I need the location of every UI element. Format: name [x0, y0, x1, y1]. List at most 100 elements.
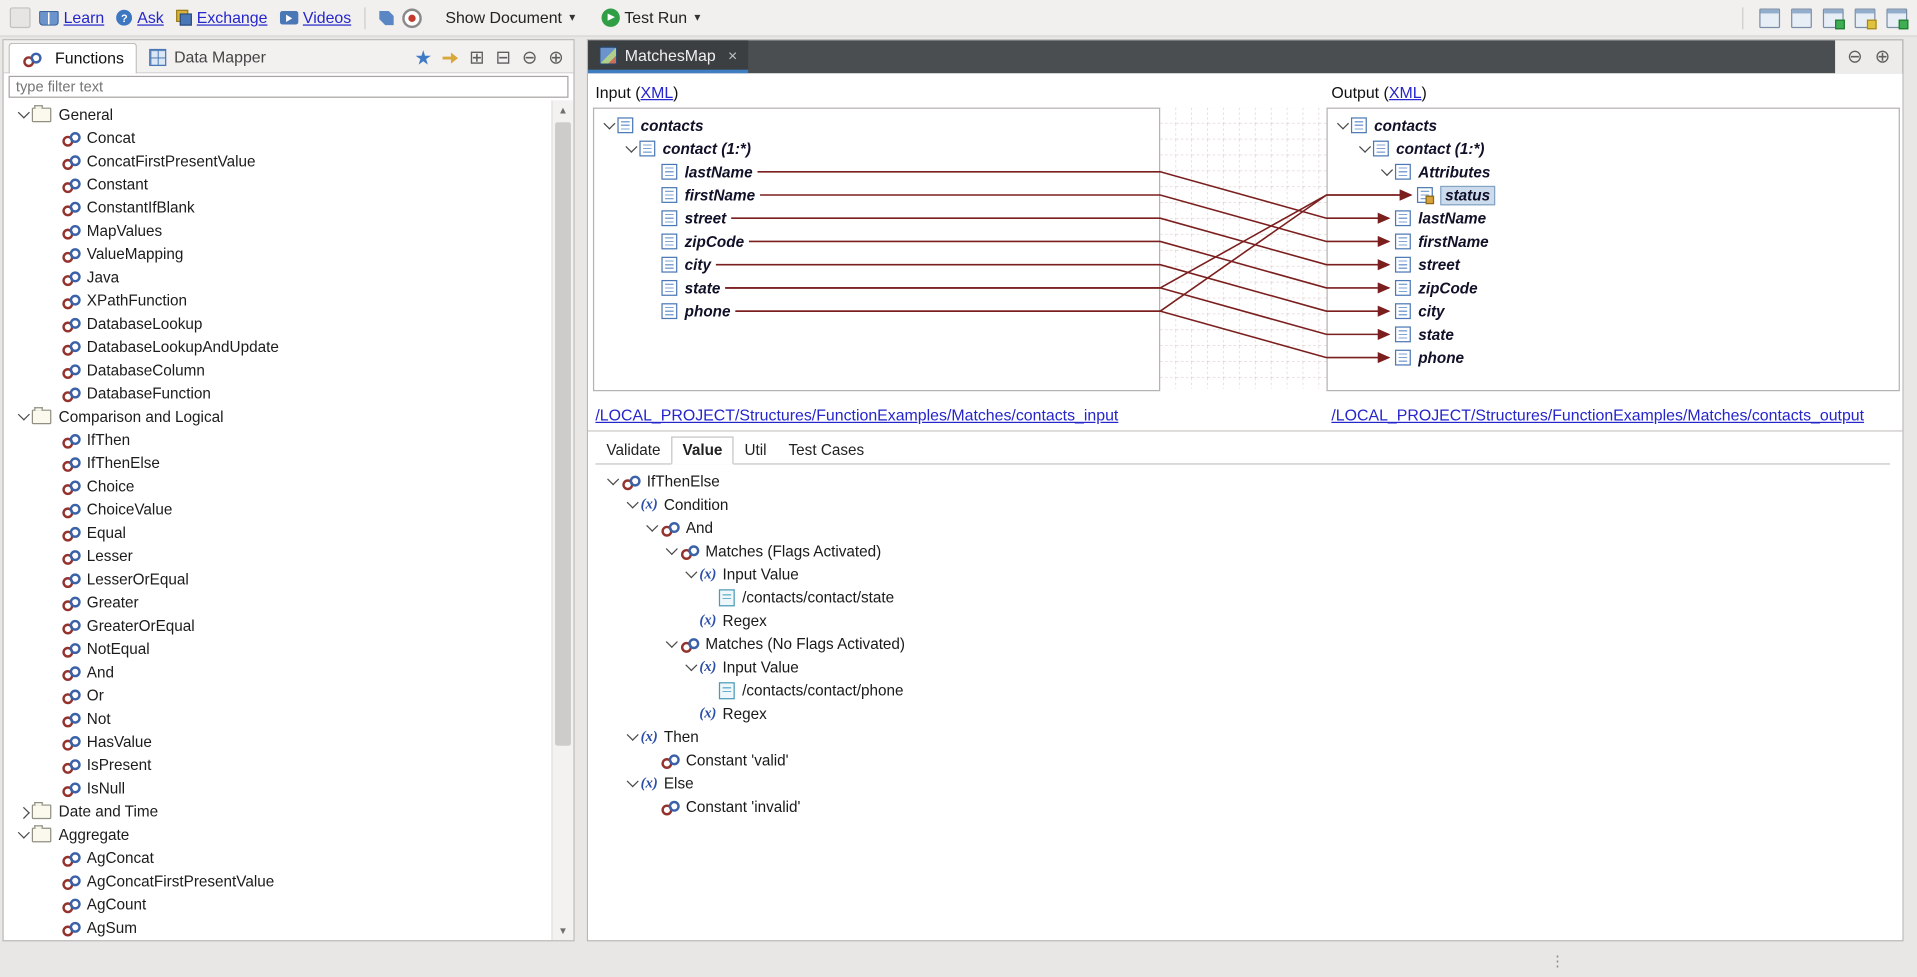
chevron-down-icon[interactable] — [666, 636, 678, 648]
value-tree-item[interactable]: /contacts/contact/phone — [595, 679, 1890, 702]
output-tree-item[interactable]: street — [1328, 253, 1899, 276]
function-tree-item[interactable]: ValueMapping — [4, 242, 552, 265]
output-tree-item[interactable]: firstName — [1328, 230, 1899, 253]
chevron-right-icon[interactable] — [18, 807, 30, 819]
chevron-down-icon[interactable] — [18, 409, 30, 421]
detail-tab-validate[interactable]: Validate — [595, 436, 671, 464]
tab-functions[interactable]: Functions — [9, 43, 138, 74]
output-tree-item[interactable]: city — [1328, 300, 1899, 323]
function-tree-item[interactable]: DatabaseFunction — [4, 381, 552, 404]
scroll-down-button[interactable]: ▼ — [553, 921, 574, 941]
function-tree-item[interactable]: HasValue — [4, 730, 552, 753]
help-link-ask[interactable]: ?Ask — [116, 9, 163, 27]
value-tree-item[interactable]: Constant 'invalid' — [595, 795, 1890, 818]
input-structure-link[interactable]: /LOCAL_PROJECT/Structures/FunctionExampl… — [595, 406, 1118, 424]
function-tree-item[interactable]: DatabaseColumn — [4, 358, 552, 381]
output-xml-link[interactable]: XML — [1389, 83, 1422, 101]
output-tree-item[interactable]: status — [1328, 183, 1899, 206]
value-tree-item[interactable]: Matches (No Flags Activated) — [595, 632, 1890, 655]
function-tree-item[interactable]: IfThenElse — [4, 451, 552, 474]
function-tree-item[interactable]: IsPresent — [4, 753, 552, 776]
chevron-down-icon[interactable] — [603, 118, 615, 130]
value-tree-item[interactable]: And — [595, 516, 1890, 539]
show-view-icon[interactable] — [1823, 8, 1844, 28]
value-tree-item[interactable]: (x)Input Value — [595, 655, 1890, 678]
caret-down-icon[interactable]: ▾ — [694, 11, 700, 24]
detail-tab-util[interactable]: Util — [733, 436, 777, 464]
chevron-down-icon[interactable] — [685, 659, 697, 671]
function-tree-item[interactable]: Comparison and Logical — [4, 405, 552, 428]
scrollbar-track[interactable] — [553, 120, 574, 921]
function-tree-item[interactable]: XPathFunction — [4, 289, 552, 312]
chevron-down-icon[interactable] — [1337, 118, 1349, 130]
input-tree-item[interactable]: contacts — [594, 114, 1159, 137]
record-icon[interactable] — [403, 8, 423, 28]
help-link-learn[interactable]: Learn — [39, 9, 104, 27]
chevron-down-icon[interactable] — [646, 520, 658, 532]
value-tree-item[interactable]: Constant 'valid' — [595, 748, 1890, 771]
help-link-label[interactable]: Learn — [64, 9, 105, 27]
input-tree-item[interactable]: city — [594, 253, 1159, 276]
input-tree-item[interactable]: contact (1:*) — [594, 137, 1159, 160]
chevron-down-icon[interactable] — [627, 775, 639, 787]
function-tree-item[interactable]: DatabaseLookup — [4, 312, 552, 335]
function-tree-item[interactable]: AgConcatFirstPresentValue — [4, 869, 552, 892]
value-tree-item[interactable]: (x)Else — [595, 771, 1890, 794]
help-link-label[interactable]: Exchange — [197, 9, 268, 27]
detail-tab-value[interactable]: Value — [672, 436, 734, 464]
input-tree-item[interactable]: firstName — [594, 183, 1159, 206]
input-tree-item[interactable]: state — [594, 276, 1159, 299]
function-tree-item[interactable]: AgCount — [4, 892, 552, 915]
output-tree-item[interactable]: Attributes — [1328, 160, 1899, 183]
minimize-view-icon[interactable]: ⊖ — [522, 49, 537, 67]
scrollbar-thumb[interactable] — [555, 122, 571, 746]
value-tree-item[interactable]: Matches (Flags Activated) — [595, 539, 1890, 562]
function-tree-item[interactable]: And — [4, 660, 552, 683]
chevron-down-icon[interactable] — [627, 497, 639, 509]
help-link-videos[interactable]: Videos — [280, 9, 352, 27]
function-tree-item[interactable]: Constant — [4, 172, 552, 195]
input-tree-item[interactable]: lastName — [594, 160, 1159, 183]
function-tree-item[interactable]: ConcatFirstPresentValue — [4, 149, 552, 172]
function-tree-item[interactable]: ChoiceValue — [4, 498, 552, 521]
output-tree-item[interactable]: state — [1328, 323, 1899, 346]
show-document-button[interactable]: Show Document ▾ — [445, 9, 575, 27]
help-link-label[interactable]: Ask — [137, 9, 163, 27]
add-function-icon[interactable] — [415, 50, 431, 66]
sash-handle[interactable]: ⋮ — [1550, 954, 1565, 969]
import-function-icon[interactable] — [442, 51, 458, 66]
output-structure-link[interactable]: /LOCAL_PROJECT/Structures/FunctionExampl… — [1331, 406, 1864, 424]
output-tree-item[interactable]: zipCode — [1328, 276, 1899, 299]
value-tree-item[interactable]: (x)Regex — [595, 609, 1890, 632]
help-link-exchange[interactable]: Exchange — [176, 9, 267, 27]
value-tree-item[interactable]: /contacts/contact/state — [595, 586, 1890, 609]
tab-data-mapper[interactable]: Data Mapper — [137, 43, 278, 72]
maximize-editor-icon[interactable]: ⊕ — [1875, 48, 1890, 66]
function-tree-item[interactable]: General — [4, 103, 552, 126]
input-tree-item[interactable]: phone — [594, 300, 1159, 323]
function-tree-item[interactable]: IsNull — [4, 776, 552, 799]
palette-icon[interactable] — [1855, 8, 1876, 28]
open-perspective-icon[interactable] — [1759, 8, 1780, 28]
chevron-down-icon[interactable] — [18, 827, 30, 839]
function-tree-item[interactable]: Aggregate — [4, 823, 552, 846]
function-tree-item[interactable]: LesserOrEqual — [4, 567, 552, 590]
input-xml-link[interactable]: XML — [640, 83, 673, 101]
value-tree-item[interactable]: (x)Then — [595, 725, 1890, 748]
mapping-canvas[interactable] — [1160, 108, 1326, 392]
function-tree-item[interactable]: Choice — [4, 474, 552, 497]
expand-all-icon[interactable]: ⊞ — [469, 49, 484, 67]
function-tree-item[interactable]: NotEqual — [4, 637, 552, 660]
function-tree-item[interactable]: Equal — [4, 521, 552, 544]
function-tree-item[interactable]: Concat — [4, 126, 552, 149]
function-tree-item[interactable]: GreaterOrEqual — [4, 614, 552, 637]
value-tree-item[interactable]: IfThenElse — [595, 469, 1890, 492]
function-tree-item[interactable]: AgConcat — [4, 846, 552, 869]
function-tree-item[interactable]: MapValues — [4, 219, 552, 242]
function-tree-item[interactable]: Java — [4, 265, 552, 288]
tag-icon[interactable] — [379, 10, 394, 25]
type-filter-input[interactable] — [9, 76, 569, 98]
chevron-down-icon[interactable] — [607, 473, 619, 485]
function-tree-item[interactable]: ConstantIfBlank — [4, 196, 552, 219]
scroll-up-button[interactable]: ▲ — [553, 100, 574, 120]
